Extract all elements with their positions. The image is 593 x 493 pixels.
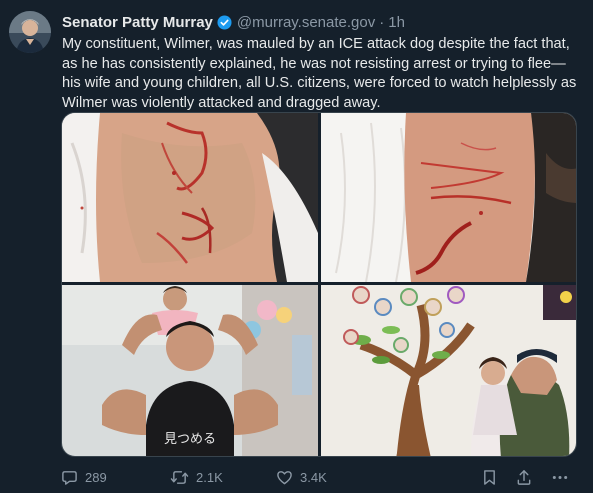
like-button[interactable]: 3.4K <box>276 466 327 488</box>
share-button[interactable] <box>516 466 539 488</box>
author-handle[interactable]: @murray.senate.gov <box>237 14 375 31</box>
reply-icon <box>61 469 78 486</box>
post-time[interactable]: 1h <box>388 14 405 31</box>
photo-injury-arm[interactable] <box>321 113 576 282</box>
media-grid: 見つめる <box>61 112 577 457</box>
bookmark-button[interactable] <box>482 466 504 488</box>
separator-dot: · <box>379 13 385 31</box>
post-header: Senator Patty Murray @murray.senate.gov … <box>62 12 405 32</box>
like-count: 3.4K <box>300 469 327 485</box>
action-bar: 289 2.1K 3.4K <box>61 466 577 488</box>
repost-button[interactable]: 2.1K <box>170 466 223 488</box>
repost-icon <box>170 469 189 486</box>
bookmark-icon <box>482 469 497 486</box>
post-text: My constituent, Wilmer, was mauled by an… <box>62 36 577 111</box>
shirt-print: 見つめる <box>164 432 216 447</box>
verified-badge-icon <box>217 14 232 30</box>
more-button[interactable] <box>551 466 576 488</box>
share-icon <box>516 469 532 486</box>
heart-icon <box>276 469 293 486</box>
photo-father-daughter[interactable]: 見つめる <box>62 285 318 456</box>
reply-button[interactable]: 289 <box>61 466 107 488</box>
reply-count: 289 <box>85 469 107 485</box>
more-icon <box>551 469 569 486</box>
post: Senator Patty Murray @murray.senate.gov … <box>0 0 593 493</box>
repost-count: 2.1K <box>196 469 223 485</box>
author-name[interactable]: Senator Patty Murray <box>62 14 213 31</box>
photo-injury-back[interactable] <box>62 113 318 282</box>
photo-family-mural[interactable] <box>321 285 576 456</box>
avatar[interactable] <box>9 11 51 53</box>
